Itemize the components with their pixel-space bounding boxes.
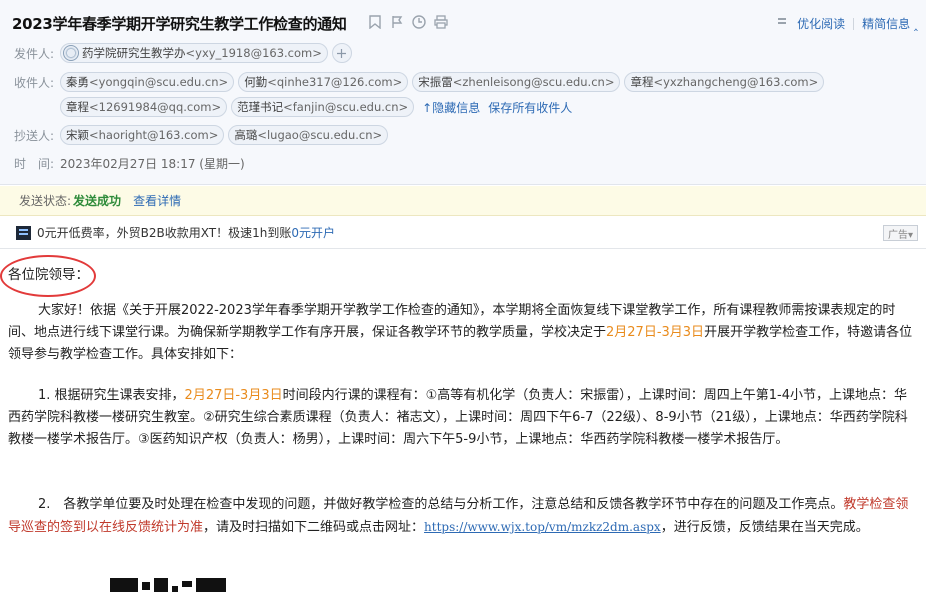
print-icon[interactable] <box>433 14 449 30</box>
mail-subject: 2023学年春季学期开学研究生教学工作检查的通知 <box>12 15 347 33</box>
paragraph-item-2: 2. 各教学单位要及时处理在检查中发现的问题，并做好教学检查的总结与分析工作，注… <box>8 494 918 539</box>
recipient-email: <yongqin@scu.edu.cn> <box>89 75 229 89</box>
ad-link[interactable]: 0元开户 <box>291 224 335 241</box>
toolbar-divider <box>853 17 855 30</box>
recipient-name: 宋振雷 <box>418 75 453 89</box>
p3-text-b: ，请及时扫描如下二维码或点击网址： <box>203 520 425 535</box>
reader-mode-icon[interactable] <box>777 17 787 30</box>
sender-chip[interactable]: 药学院研究生教学办 <yxy_1918@163.com> <box>60 43 328 63</box>
recipient-name: 范瑾书记 <box>237 100 284 114</box>
p2-text-a: 1. 根据研究生课表安排， <box>38 388 185 403</box>
from-row: 发件人: 药学院研究生教学办 <yxy_1918@163.com> <box>14 43 356 63</box>
save-recipients-link[interactable]: 保存所有收件人 <box>488 99 572 116</box>
recipient-name: 何勤 <box>244 75 268 89</box>
mail-header: 2023学年春季学期开学研究生教学工作检查的通知 优化阅读 精简信息 ‸ 发件人… <box>0 0 926 185</box>
recipient-chip[interactable]: 宋振雷 <zhenleisong@scu.edu.cn> <box>412 72 621 92</box>
p3-text-c: ，进行反馈，反馈结果在当天完成。 <box>660 520 869 535</box>
plus-icon <box>337 48 347 58</box>
collapse-info-label: 精简信息 <box>862 17 911 31</box>
cc-label: 抄送人: <box>14 128 55 143</box>
time-value: 2023年02月27日 18:17 (星期一) <box>60 157 245 171</box>
send-status-bar: 发送状态: 发送成功 查看详情 <box>0 186 926 216</box>
to-row-2: 章程 <12691984@qq.com> 范瑾书记 <fanjin@scu.edu.… <box>14 97 572 117</box>
recipient-chip[interactable]: 秦勇 <yongqin@scu.edu.cn> <box>60 72 235 92</box>
recipient-email: <fanjin@scu.edu.cn> <box>283 100 409 114</box>
collapse-info-link[interactable]: 精简信息 ‸ <box>862 15 918 32</box>
time-row: 时 间: 2023年02月27日 18:17 (星期一) <box>14 155 245 172</box>
flag-icon[interactable] <box>389 14 405 30</box>
recipient-chip[interactable]: 何勤 <qinhe317@126.com> <box>238 72 409 92</box>
to-row-1: 收件人: 秦勇 <yongqin@scu.edu.cn> 何勤 <qinhe317@… <box>14 72 828 92</box>
ad-badge[interactable]: 广告▾ <box>882 225 918 241</box>
subject-actions <box>367 14 449 30</box>
to-label: 收件人: <box>14 75 55 90</box>
qr-block <box>196 578 226 592</box>
collapse-arrow-icon: ‸ <box>913 17 918 31</box>
recipient-name: 章程 <box>630 75 654 89</box>
recipient-email: <zhenleisong@scu.edu.cn> <box>452 75 615 89</box>
ad-text[interactable]: 0元开低费率，外贸B2B收款用XT！极速1h到账 <box>37 224 291 241</box>
paragraph-intro: 大家好！依据《关于开展2022-2023学年春季学期开学教学工作检查的通知》，本… <box>8 300 918 366</box>
cc-email: <haoright@163.com> <box>89 128 219 142</box>
recipient-email: <12691984@qq.com> <box>89 100 222 114</box>
recipient-chip[interactable]: 范瑾书记 <fanjin@scu.edu.cn> <box>231 97 415 117</box>
status-value: 发送成功 <box>73 194 122 208</box>
recipient-name: 章程 <box>66 100 89 114</box>
p3-text-a: 2. 各教学单位要及时处理在检查中发现的问题，并做好教学检查的总结与分析工作，注… <box>38 497 844 512</box>
feedback-url-link[interactable]: https://www.wjx.top/vm/mzkz2dm.aspx <box>424 520 661 534</box>
qr-block <box>110 578 138 592</box>
p1-date: 2月27日-3月3日 <box>606 325 705 340</box>
qr-block <box>142 582 150 590</box>
cc-name: 宋颖 <box>66 128 89 142</box>
ad-banner[interactable]: 0元开低费率，外贸B2B收款用XT！极速1h到账 0元开户 广告▾ <box>0 217 926 249</box>
p2-date: 2月27日-3月3日 <box>184 388 283 403</box>
add-contact-button[interactable] <box>331 43 352 63</box>
ad-icon <box>16 225 31 240</box>
red-circle-annotation <box>0 255 96 297</box>
bookmark-icon[interactable] <box>367 14 383 30</box>
cc-chip[interactable]: 宋颖 <haoright@163.com> <box>60 125 225 145</box>
sender-avatar-icon <box>63 45 79 61</box>
header-toolbar: 优化阅读 精简信息 ‸ <box>777 15 918 32</box>
recipient-email: <qinhe317@126.com> <box>267 75 403 89</box>
from-label: 发件人: <box>14 46 55 61</box>
recipient-email: <yxzhangcheng@163.com> <box>653 75 819 89</box>
recipient-chip[interactable]: 章程 <yxzhangcheng@163.com> <box>624 72 825 92</box>
hide-info-link[interactable]: ↑隐藏信息 <box>422 99 480 116</box>
time-label: 时 间: <box>14 157 55 171</box>
paragraph-item-1: 1. 根据研究生课表安排，2月27日-3月3日时间段内行课的课程有：①高等有机化… <box>8 385 918 451</box>
status-details-link[interactable]: 查看详情 <box>133 192 181 209</box>
sender-name: 药学院研究生教学办 <box>82 46 186 60</box>
optimize-read-link[interactable]: 优化阅读 <box>797 15 845 32</box>
qr-block <box>154 578 168 592</box>
cc-row: 抄送人: 宋颖 <haoright@163.com> 高璐 <lugao@scu.e… <box>14 125 392 145</box>
qr-code-image <box>110 578 232 592</box>
recipient-chip[interactable]: 章程 <12691984@qq.com> <box>60 97 228 117</box>
clock-icon[interactable] <box>411 14 427 30</box>
cc-chip[interactable]: 高璐 <lugao@scu.edu.cn> <box>228 125 389 145</box>
cc-email: <lugao@scu.edu.cn> <box>257 128 383 142</box>
status-label: 发送状态: <box>19 194 72 208</box>
recipient-name: 秦勇 <box>66 75 89 89</box>
qr-block <box>172 586 178 592</box>
cc-name: 高璐 <box>234 128 258 142</box>
qr-block <box>182 581 192 587</box>
sender-email: <yxy_1918@163.com> <box>185 46 322 60</box>
